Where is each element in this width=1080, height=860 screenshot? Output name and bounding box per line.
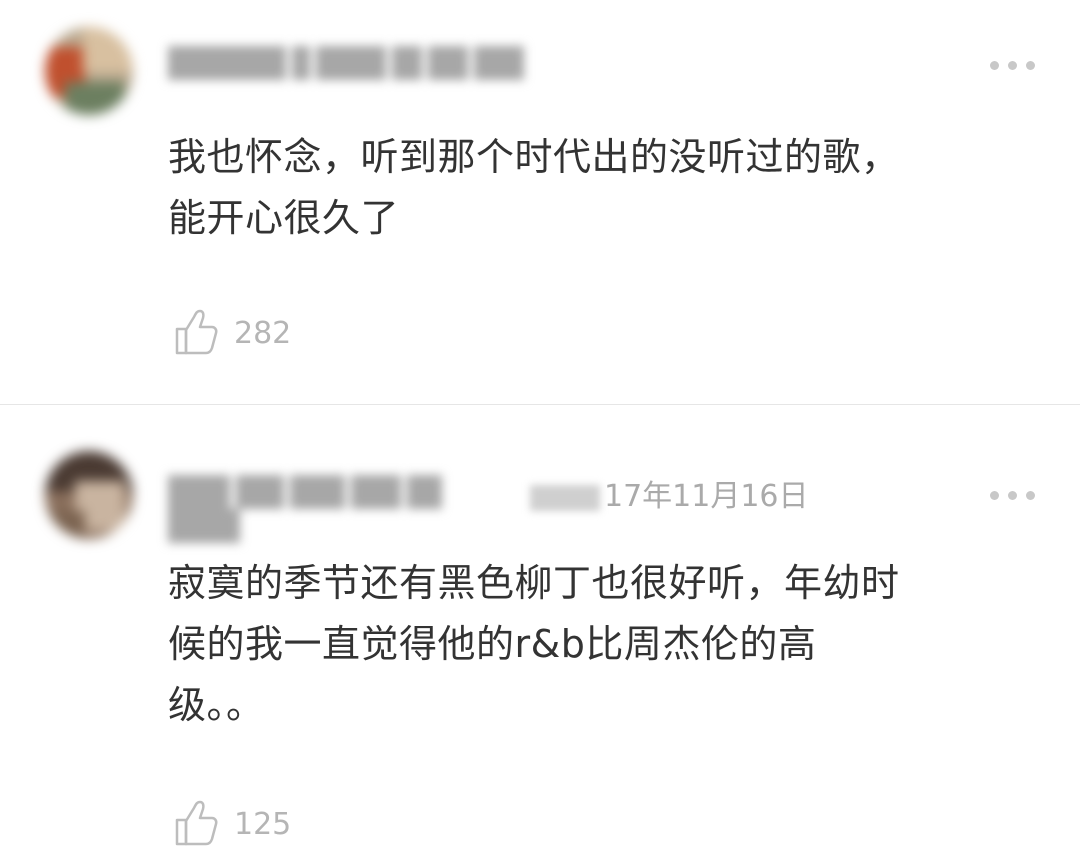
comment-text: 寂寞的季节还有黑色柳丁也很好听，年幼时 候的我一直觉得他的r&b比周杰伦的高 级…	[168, 553, 1028, 736]
more-options-button[interactable]	[988, 486, 1038, 506]
avatar[interactable]	[45, 27, 133, 115]
comment-timestamp: 17年11月16日	[530, 471, 809, 515]
comment-text: 我也怀念，听到那个时代出的没听过的歌， 能开心很久了	[168, 127, 1028, 249]
more-dots-icon	[990, 61, 999, 70]
timestamp-text: 17年11月16日	[604, 479, 809, 514]
more-dots-icon	[990, 491, 999, 500]
comment-item: 我也怀念，听到那个时代出的没听过的歌， 能开心很久了 282	[0, 0, 1080, 404]
comment-text-line: 寂寞的季节还有黑色柳丁也很好听，年幼时	[168, 561, 900, 605]
comment-text-line: 候的我一直觉得他的r&b比周杰伦的高	[168, 622, 817, 666]
thumbs-up-icon	[175, 309, 218, 355]
thumbs-up-icon	[175, 800, 218, 846]
comment-item: 17年11月16日 寂寞的季节还有黑色柳丁也很好听，年幼时 候的我一直觉得他的r…	[0, 405, 1080, 860]
user-name-blurred[interactable]	[168, 475, 518, 543]
like-count: 125	[234, 807, 292, 842]
more-options-button[interactable]	[988, 56, 1038, 76]
comment-text-line: 能开心很久了	[168, 196, 400, 240]
comment-text-line: 级。。	[168, 683, 265, 727]
comment-text-line: 我也怀念，听到那个时代出的没听过的歌，	[168, 135, 900, 179]
avatar[interactable]	[45, 451, 133, 539]
user-name-blurred[interactable]	[168, 46, 568, 90]
like-count: 282	[234, 316, 292, 351]
